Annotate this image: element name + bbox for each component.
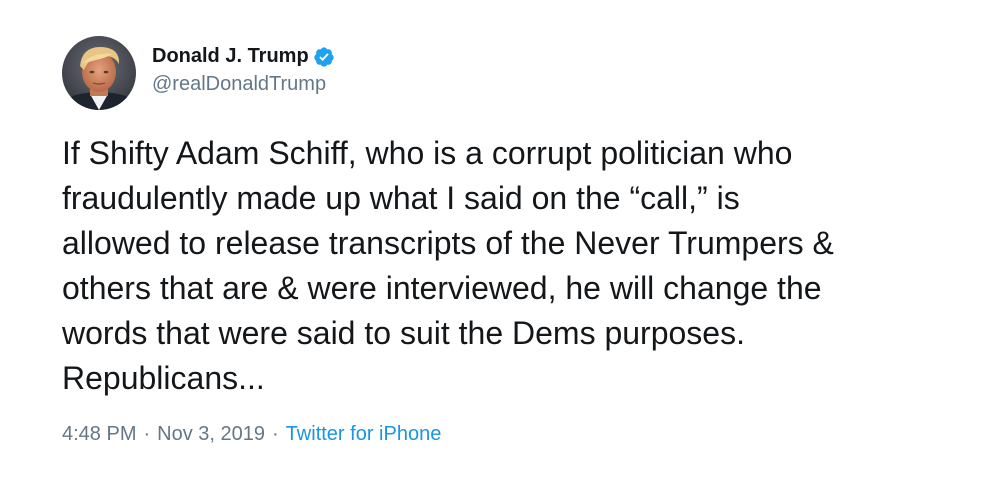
tweet-time[interactable]: 4:48 PM	[62, 423, 136, 446]
tweet-header: Donald J. Trump @realDonaldTrump	[62, 36, 962, 110]
tweet-text-line: fraudulently made up what I said on the …	[62, 180, 740, 216]
tweet-text: If Shifty Adam Schiff, who is a corrupt …	[62, 131, 962, 401]
tweet-text-line: If Shifty Adam Schiff, who is a corrupt …	[62, 135, 793, 171]
verified-badge-icon	[313, 46, 335, 68]
author-names: Donald J. Trump @realDonaldTrump	[152, 43, 335, 96]
tweet-meta: 4:48 PM · Nov 3, 2019 · Twitter for iPho…	[62, 423, 962, 446]
avatar-image	[62, 36, 136, 110]
meta-separator: ·	[143, 423, 151, 445]
avatar[interactable]	[62, 36, 136, 110]
display-name[interactable]: Donald J. Trump	[152, 45, 309, 68]
user-handle[interactable]: @realDonaldTrump	[152, 73, 335, 96]
tweet-card: Donald J. Trump @realDonaldTrump If Shif…	[62, 36, 962, 446]
meta-separator: ·	[272, 423, 279, 445]
tweet-text-line: others that are & were interviewed, he w…	[62, 270, 822, 306]
display-name-row: Donald J. Trump	[152, 43, 335, 71]
tweet-text-line: words that were said to suit the Dems pu…	[62, 315, 745, 351]
tweet-text-line: Republicans...	[62, 360, 265, 396]
tweet-text-line: allowed to release transcripts of the Ne…	[62, 225, 834, 261]
tweet-date[interactable]: Nov 3, 2019	[157, 423, 265, 446]
tweet-source-link[interactable]: Twitter for iPhone	[286, 423, 442, 446]
